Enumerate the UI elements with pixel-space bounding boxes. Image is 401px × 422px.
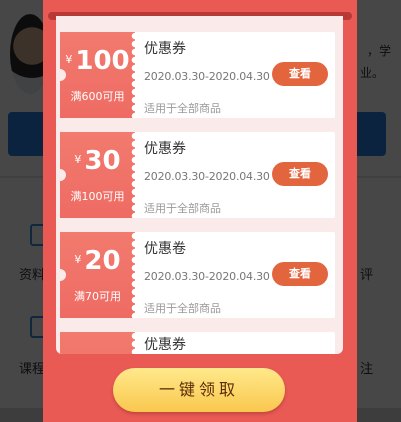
coupon-card: ¥30 满100可用 优惠券 2020.03.30-2020.04.30 适用于… [56, 132, 335, 218]
claim-all-button[interactable]: 一键领取 [113, 368, 285, 412]
coupon-amount: 100 [75, 46, 130, 76]
coupon-amount-block: ¥20 满70可用 [60, 232, 139, 318]
view-coupon-button[interactable]: 查看 [272, 262, 328, 286]
coupon-scope: 适用于全部商品 [144, 202, 221, 215]
currency-symbol: ¥ [74, 153, 82, 166]
currency-symbol: ¥ [74, 253, 82, 266]
coupon-list[interactable]: ¥100 满600可用 优惠券 2020.03.30-2020.04.30 适用… [56, 16, 343, 354]
coupon-amount-block [60, 332, 139, 354]
coupon-title: 优惠券 [144, 337, 186, 353]
coupon-modal: ¥100 满600可用 优惠券 2020.03.30-2020.04.30 适用… [43, 0, 357, 422]
coupon-threshold: 满600可用 [70, 90, 125, 103]
coupon-amount-block: ¥100 满600可用 [60, 32, 139, 118]
coupon-scope: 适用于全部商品 [144, 302, 221, 315]
coupon-validity: 2020.03.30-2020.04.30 [144, 270, 270, 283]
coupon-threshold: 满70可用 [74, 290, 121, 303]
coupon-title: 优惠券 [144, 141, 186, 157]
view-coupon-button[interactable]: 查看 [272, 162, 328, 186]
coupon-title: 优惠卷 [144, 241, 186, 257]
coupon-amount-block: ¥30 满100可用 [60, 132, 139, 218]
coupon-card: 优惠券 [60, 332, 335, 354]
coupon-card: ¥20 满70可用 优惠卷 2020.03.30-2020.04.30 适用于全… [56, 232, 335, 318]
coupon-title: 优惠券 [144, 41, 186, 57]
coupon-scope: 适用于全部商品 [144, 102, 221, 115]
coupon-validity: 2020.03.30-2020.04.30 [144, 70, 270, 83]
coupon-amount: 30 [84, 146, 121, 176]
coupon-threshold: 满100可用 [70, 190, 125, 203]
coupon-amount: 20 [84, 246, 121, 276]
view-coupon-button[interactable]: 查看 [272, 62, 328, 86]
coupon-validity: 2020.03.30-2020.04.30 [144, 170, 270, 183]
currency-symbol: ¥ [65, 53, 73, 66]
coupon-card: ¥100 满600可用 优惠券 2020.03.30-2020.04.30 适用… [56, 32, 335, 118]
